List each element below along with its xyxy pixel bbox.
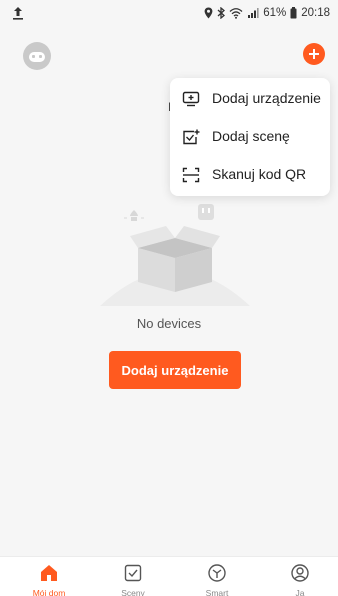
upload-icon <box>13 7 23 20</box>
empty-state-message: No devices <box>136 316 202 331</box>
bottom-nav: Mój dom Sceny Smart Ja <box>0 556 338 596</box>
home-avatar[interactable] <box>23 42 51 70</box>
socket-icon <box>198 204 214 220</box>
menu-item-label: Dodaj scenę <box>212 128 290 144</box>
status-bar: 61% 20:18 <box>0 0 338 26</box>
profile-icon <box>291 564 309 582</box>
add-menu: Dodaj urządzenie Dodaj scenę Skanuj kod … <box>170 78 330 196</box>
clock: 20:18 <box>301 7 330 19</box>
wifi-icon <box>229 8 243 19</box>
battery-icon <box>290 7 297 19</box>
scan-qr-icon <box>182 167 200 183</box>
bulb-icon <box>124 210 144 221</box>
menu-item-add-device[interactable]: Dodaj urządzenie <box>170 80 330 118</box>
bluetooth-icon <box>217 7 226 19</box>
menu-item-label: Skanuj kod QR <box>212 166 307 182</box>
nav-item-my-home[interactable]: Mój dom <box>19 561 79 596</box>
empty-box-illustration <box>100 204 250 306</box>
battery-percent: 61% <box>263 7 287 19</box>
app-screen: 61% 20:18 I <box>0 0 338 596</box>
menu-item-label: Dodaj urządzenie <box>212 90 321 106</box>
nav-item-me[interactable]: Ja <box>270 561 330 596</box>
scene-icon <box>124 564 142 582</box>
add-device-button[interactable]: Dodaj urządzenie <box>109 351 241 389</box>
nav-label: Ja <box>295 588 305 596</box>
nav-label: Smart <box>205 588 229 596</box>
nav-item-scenes[interactable]: Sceny <box>103 561 163 596</box>
menu-item-scan-qr[interactable]: Skanuj kod QR <box>170 156 330 194</box>
nav-item-smart[interactable]: Smart <box>187 561 247 596</box>
smart-icon <box>208 564 226 582</box>
nav-label: Sceny <box>121 588 145 596</box>
home-icon <box>41 565 57 581</box>
box-icon <box>130 226 220 292</box>
robot-avatar-icon <box>29 52 45 62</box>
add-button[interactable] <box>303 43 325 65</box>
menu-item-add-scene[interactable]: Dodaj scenę <box>170 118 330 156</box>
add-scene-icon <box>183 129 200 145</box>
location-icon <box>204 7 213 19</box>
plus-icon <box>309 49 319 59</box>
add-device-icon <box>182 91 200 107</box>
signal-icon <box>248 8 259 18</box>
nav-label: Mój dom <box>32 588 66 596</box>
